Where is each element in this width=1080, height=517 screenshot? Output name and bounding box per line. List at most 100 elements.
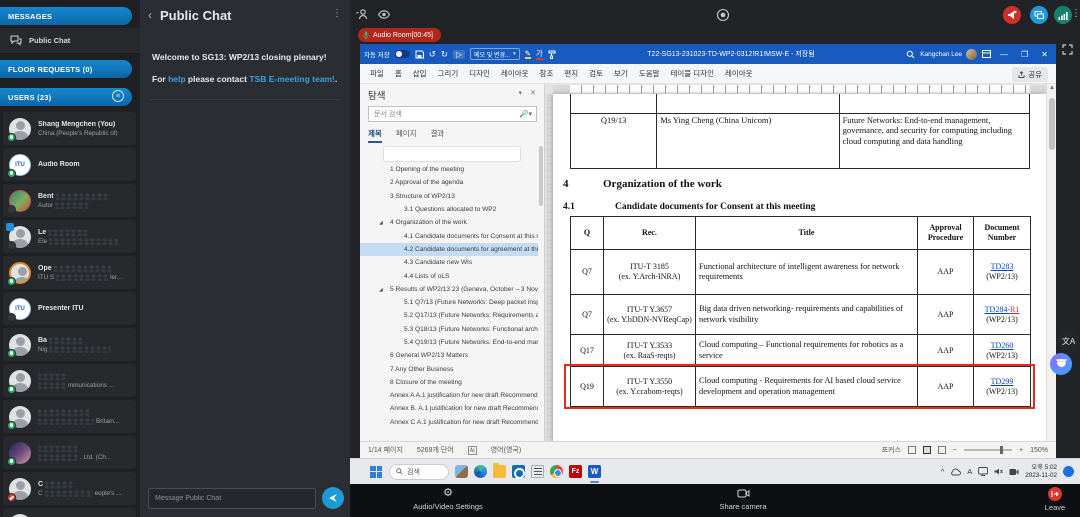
send-message-button[interactable]: [322, 487, 344, 509]
focus-mode-label[interactable]: 포커스: [882, 445, 901, 455]
nav-heading-item[interactable]: 6 General WP2/13 Matters: [360, 349, 538, 362]
share-camera-button[interactable]: Share camera: [688, 487, 798, 511]
nav-heading-item[interactable]: ◢4 Organization of the work: [360, 216, 538, 229]
file-explorer-taskbar-icon[interactable]: [493, 465, 506, 478]
td-document-link[interactable]: TD299: [991, 377, 1014, 386]
ribbon-tab-3[interactable]: 그리기: [438, 68, 459, 79]
ribbon-tab-9[interactable]: 보기: [614, 68, 628, 79]
nav-heading-item[interactable]: 5.4 Q19/13 (Future Networks: End-to-end …: [360, 336, 538, 349]
format-painter-icon[interactable]: [548, 50, 556, 59]
undo-icon[interactable]: ↺: [429, 49, 436, 60]
record-indicator-icon[interactable]: [716, 8, 730, 22]
participant-icon[interactable]: [356, 8, 370, 22]
assistant-fab-icon[interactable]: [1050, 353, 1072, 375]
nav-heading-item[interactable]: 8 Closure of the meeting: [360, 376, 538, 389]
taskbar-search-box[interactable]: 검색: [389, 464, 449, 480]
highlighter-icon[interactable]: ✎: [525, 49, 531, 59]
nav-pane-scrollbar[interactable]: [539, 146, 543, 206]
widgets-taskbar-icon[interactable]: [455, 465, 468, 478]
nav-heading-item[interactable]: 5.2 Q17/13 (Future Networks: Requirement…: [360, 309, 538, 322]
translate-fab-icon[interactable]: 文A: [1057, 330, 1080, 353]
nav-heading-item[interactable]: 2 Approval of the agenda: [360, 176, 538, 189]
ribbon-tab-7[interactable]: 편지: [564, 68, 578, 79]
ribbon-tab-6[interactable]: 참조: [540, 68, 554, 79]
read-aloud-icon[interactable]: ▷: [453, 50, 465, 59]
connection-quality-button[interactable]: [1054, 6, 1072, 24]
document-search-input[interactable]: [368, 106, 537, 122]
nav-heading-item[interactable]: 5.1 Q7/13 (Future Networks: Deep packet …: [360, 296, 538, 309]
search-icon[interactable]: [906, 50, 915, 59]
chat-menu-icon[interactable]: ⋮: [332, 8, 342, 19]
td-document-link[interactable]: TD284-: [985, 305, 1010, 314]
back-chevron-icon[interactable]: ‹: [148, 8, 152, 22]
minimize-button[interactable]: —: [996, 50, 1012, 59]
volume-icon[interactable]: [994, 467, 1003, 476]
ribbon-tab-0[interactable]: 파일: [370, 68, 384, 79]
tracking-dropdown[interactable]: 메모 및 변경...▾: [470, 48, 519, 60]
td-document-link[interactable]: TD283: [991, 262, 1014, 271]
nav-heading-item[interactable]: Annex A A.1 justification for new draft …: [360, 389, 538, 402]
close-button[interactable]: ✕: [1037, 50, 1052, 59]
ribbon-tab-10[interactable]: 도움말: [639, 68, 660, 79]
nav-item-blank[interactable]: [360, 146, 538, 163]
user-list-item[interactable]: OpeITU Sler...: [3, 256, 136, 289]
user-list-item[interactable]: Britain...: [3, 400, 136, 433]
autosave-toggle[interactable]: [395, 50, 410, 58]
tsb-team-link[interactable]: TSB E-meeting team!: [249, 74, 335, 84]
page-indicator[interactable]: 1/14 페이지: [368, 445, 403, 455]
nav-tab-결과[interactable]: 결과: [431, 128, 445, 143]
ribbon-display-options-icon[interactable]: [982, 50, 991, 58]
audio-video-settings-button[interactable]: ⚙ Audio/Video Settings: [393, 487, 503, 511]
nav-heading-item[interactable]: 7 Any Other Business: [360, 362, 538, 375]
ribbon-tab-4[interactable]: 디자인: [469, 68, 490, 79]
sidebar-item-public-chat[interactable]: Public Chat: [0, 28, 140, 54]
user-list-item[interactable]: Han Juanqi: [3, 508, 136, 517]
chrome-taskbar-icon[interactable]: [550, 465, 563, 478]
ribbon-tab-1[interactable]: 홈: [395, 68, 402, 79]
chat-message-input[interactable]: [148, 488, 316, 509]
nav-heading-item[interactable]: 3 Structure of WP2/13: [360, 190, 538, 203]
user-list-item[interactable]: Shang Mengchen (You)China (People's Repu…: [3, 112, 136, 145]
announcement-button[interactable]: [1003, 6, 1021, 24]
save-icon[interactable]: [415, 50, 424, 59]
ime-indicator[interactable]: A: [967, 467, 972, 476]
zoom-in-icon[interactable]: +: [1019, 447, 1023, 454]
word-count[interactable]: 5269개 단어: [417, 445, 454, 455]
read-mode-icon[interactable]: [908, 446, 916, 454]
scrollbar-thumb[interactable]: [1049, 98, 1055, 150]
td-document-revision-link[interactable]: R1: [1010, 305, 1019, 314]
document-scrollbar[interactable]: ▲: [1046, 84, 1056, 441]
print-layout-icon[interactable]: [923, 446, 931, 454]
zoom-level[interactable]: 150%: [1030, 447, 1048, 454]
nav-heading-item[interactable]: Annex C A.1 justification for new draft …: [360, 416, 538, 429]
user-list-item[interactable]: BaNig: [3, 328, 136, 361]
account-chip[interactable]: Kangchan Lee: [920, 49, 977, 60]
word-taskbar-icon[interactable]: W: [588, 465, 601, 478]
taskbar-clock[interactable]: 오후 5:02 2023-11-02: [1025, 464, 1057, 480]
nav-heading-item[interactable]: 4.4 Lists of oLS: [360, 269, 538, 282]
edge-taskbar-icon[interactable]: [474, 465, 487, 478]
notification-badge[interactable]: [1063, 466, 1074, 477]
td-document-link[interactable]: TD260: [991, 341, 1014, 350]
proofing-icon[interactable]: [468, 446, 477, 455]
help-link[interactable]: help: [168, 74, 185, 84]
tray-chevron-icon[interactable]: ^: [941, 467, 945, 476]
user-list-item[interactable]: . Ltd. (Ch...: [3, 436, 136, 469]
nav-heading-item[interactable]: 1 Opening of the meeting: [360, 163, 538, 176]
nav-tab-페이지[interactable]: 페이지: [396, 128, 417, 143]
user-list-item[interactable]: mmunications ...: [3, 364, 136, 397]
nav-heading-item[interactable]: 4.3 Candidate new WIs: [360, 256, 538, 269]
zoom-slider[interactable]: [964, 449, 1012, 451]
restore-button[interactable]: ❐: [1017, 50, 1032, 59]
collapse-arrow-icon[interactable]: ◢: [379, 287, 383, 293]
filezilla-taskbar-icon[interactable]: Fz: [569, 465, 582, 478]
web-layout-icon[interactable]: [938, 446, 946, 454]
nav-heading-item[interactable]: 4.2 Candidate documents for agreement at…: [360, 243, 538, 256]
nav-heading-item[interactable]: Annex B. A.1 justification for new draft…: [360, 402, 538, 415]
cast-screen-icon[interactable]: [978, 467, 988, 476]
nav-pane-dropdown-icon[interactable]: ▾: [518, 89, 522, 97]
user-list-item[interactable]: ITUAudio Room: [3, 148, 136, 181]
nav-pane-close-icon[interactable]: ✕: [530, 89, 536, 97]
nav-heading-item[interactable]: 5.3 Q18/13 (Future Networks: Functional …: [360, 323, 538, 336]
onedrive-cloud-icon[interactable]: [950, 468, 961, 476]
